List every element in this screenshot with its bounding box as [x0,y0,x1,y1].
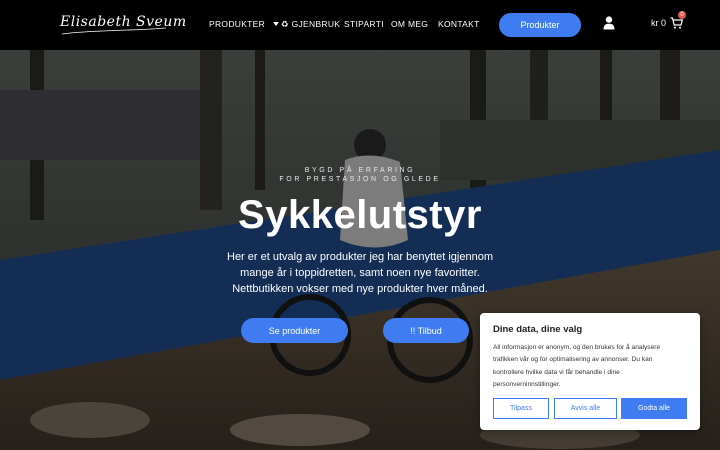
cookie-accept-all-button[interactable]: Godta alle [621,398,687,419]
nav-item-om-meg[interactable]: OM MEG [391,19,428,29]
user-icon[interactable] [603,16,615,30]
cookie-reject-all-button[interactable]: Avvis alle [554,398,617,419]
hero-title: Sykkelutstyr [238,193,482,237]
cookie-consent-dialog: Dine data, dine valg All informasjon er … [480,313,700,430]
cart-button[interactable]: kr 0 0 [651,11,687,29]
cookie-customize-button[interactable]: Tilpass [493,398,549,419]
cart-icon: 0 [670,11,687,29]
nav-item-gjenbruk[interactable]: ♻ GJENBRUK [281,19,340,30]
nav-item-kontakt[interactable]: KONTAKT [438,19,480,29]
nav-item-produkter[interactable]: PRODUKTER [209,19,280,29]
header-produkter-button[interactable]: Produkter [499,13,581,37]
cookie-title: Dine data, dine valg [493,324,583,335]
hero-description-line1: Her er et utvalg av produkter jeg har be… [227,251,493,263]
hero-kicker-line2: FOR PRESTASJON OG GLEDE [279,176,441,183]
cart-count-badge: 0 [678,11,687,19]
see-products-button[interactable]: Se produkter [241,318,348,343]
chevron-down-icon [273,22,280,26]
site-header: Elisabeth Sveum PRODUKTER ♻ GJENBRUK STI… [0,0,720,50]
hero-description-line3: Nettbutikken vokser med nye produkter hv… [232,283,488,295]
cart-total: kr 0 [651,18,667,28]
cookie-description: All informasjon er anonym, og den brukes… [493,344,661,388]
logo-underline-icon [61,27,167,35]
site-logo[interactable]: Elisabeth Sveum [60,12,186,38]
offers-button[interactable]: !! Tilbud [383,318,469,343]
nav-item-stiparti[interactable]: STIPARTI [344,19,384,29]
hero-description-line2: mange år i toppidretten, samt noen nye f… [240,267,480,279]
hero-kicker-line1: BYGD PÅ ERFARING [304,167,416,174]
